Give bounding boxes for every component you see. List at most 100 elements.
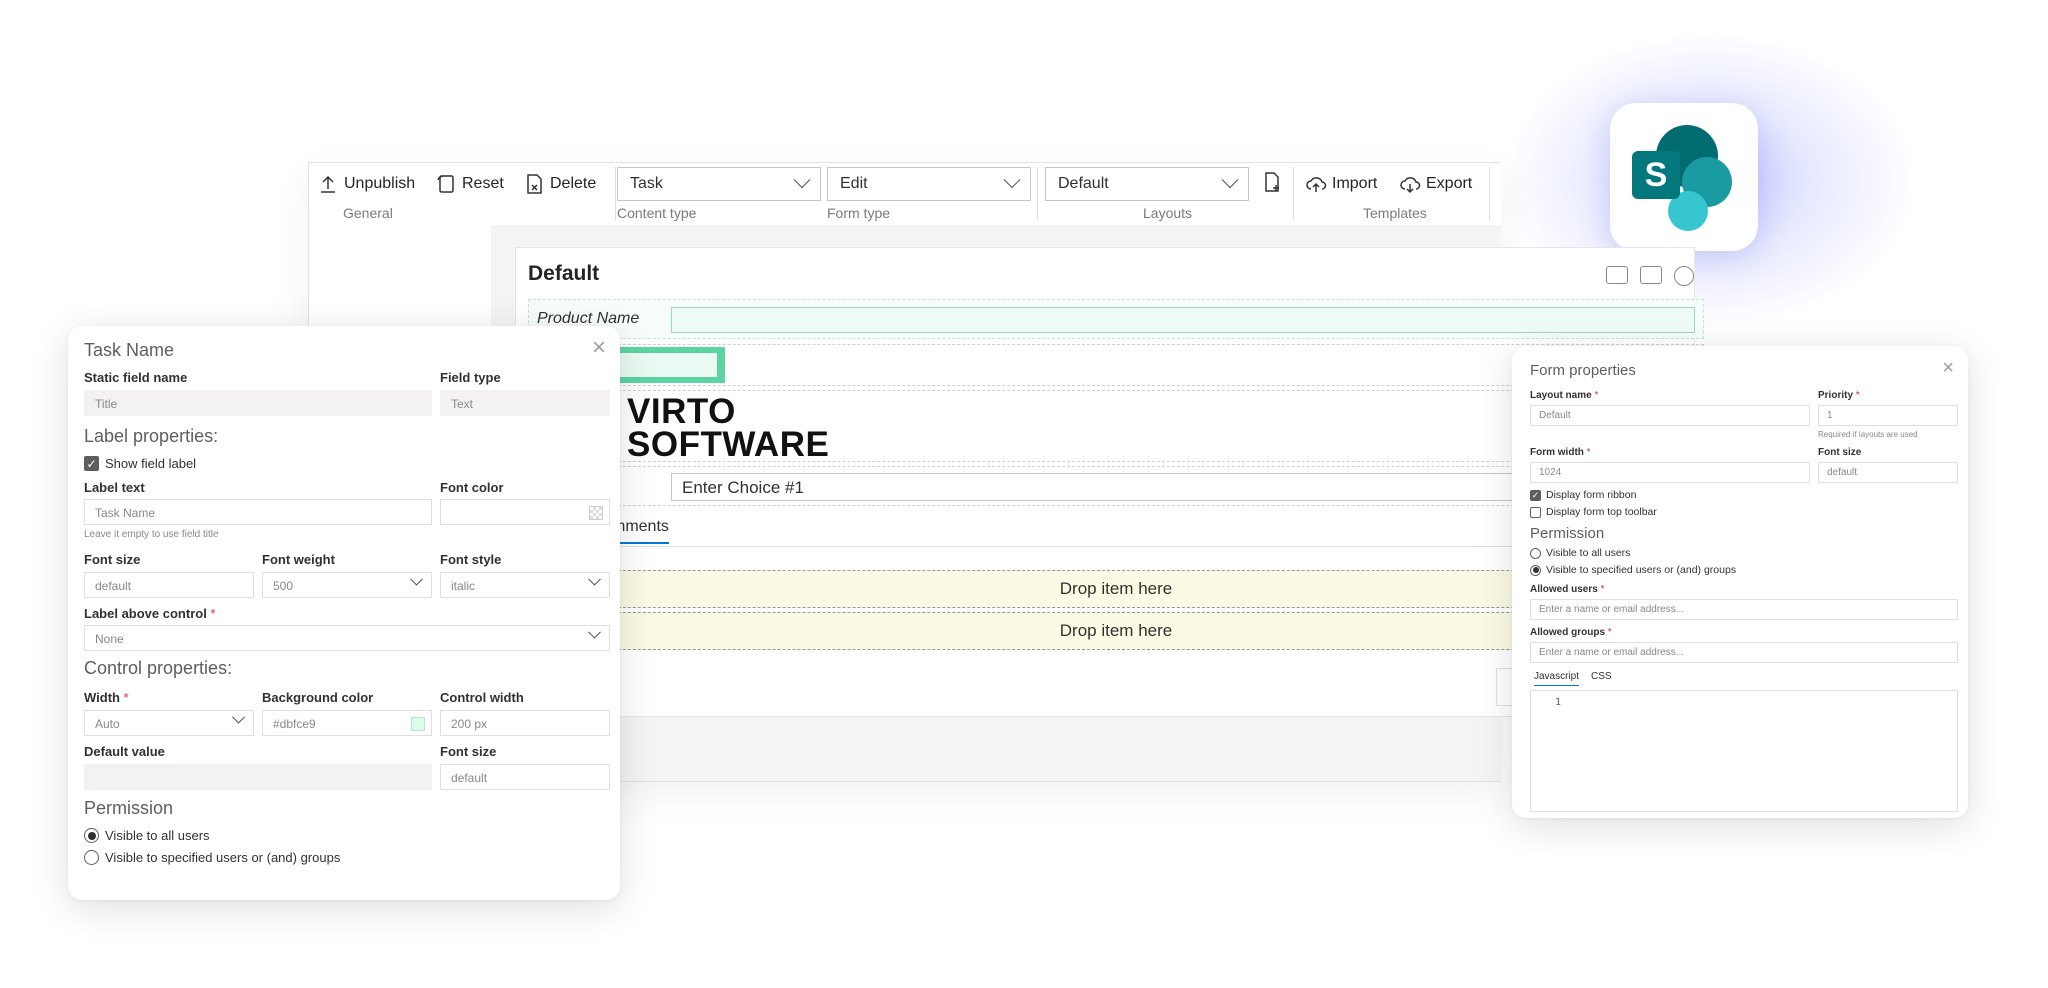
font-weight-label: Font weight [262,552,335,567]
radio-icon [84,850,99,865]
product-name-row[interactable]: Product Name [528,299,1704,339]
product-name-input[interactable] [671,307,1695,333]
show-field-label-checkbox[interactable]: ✓ Show field label [84,456,196,471]
unpublish-icon [321,175,335,193]
layout-name-label: Layout name * [1530,390,1599,401]
export-label: Export [1426,175,1473,192]
background-color-label: Background color [262,690,374,705]
code-tabs: Javascript CSS [1534,671,1612,686]
allowed-groups-label: Allowed groups * [1530,627,1612,638]
new-layout-button[interactable] [1261,169,1283,195]
tab-comments[interactable]: mments [612,518,669,544]
font-style-select[interactable]: italic [440,572,610,598]
display-ribbon-text: Display form ribbon [1546,489,1637,501]
sharepoint-logo: S [1610,103,1758,251]
font-color-label: Font color [440,480,504,495]
label-properties-heading: Label properties: [84,426,219,446]
permission-heading: Permission [1530,525,1605,542]
chevron-down-icon [232,711,245,724]
settings-gear-icon[interactable] [1674,266,1694,286]
virto-software-logo: VIRTO SOFTWARE [627,392,830,464]
allowed-users-input[interactable]: Enter a name or email address... [1530,599,1958,620]
form-type-select[interactable]: Edit [827,167,1031,201]
default-value-label: Default value [84,744,165,759]
visible-to-specified-radio[interactable]: Visible to specified users or (and) grou… [84,850,340,865]
static-field-name-label: Static field name [84,370,188,385]
control-font-size-input[interactable]: default [440,764,610,790]
field-type-label: Field type [440,370,501,385]
label-text-input[interactable]: Task Name [84,499,432,525]
unpublish-label: Unpublish [344,175,416,192]
chevron-down-icon [588,573,601,586]
background-color-input[interactable]: #dbfce9 [262,710,432,736]
visible-to-specified-radio[interactable]: Visible to specified users or (and) grou… [1530,564,1736,576]
layout-name-input[interactable]: Default [1530,405,1810,426]
group-layouts-label: Layouts [1143,205,1193,221]
edit-icon[interactable] [1606,266,1628,284]
radio-selected-icon [84,828,99,843]
control-width-label: Control width [440,690,524,705]
ribbon-separator [1037,167,1038,221]
import-button[interactable]: Import [1305,171,1377,197]
display-ribbon-checkbox[interactable]: ✓ Display form ribbon [1530,489,1636,501]
font-weight-select[interactable]: 500 [262,572,432,598]
form-width-input[interactable]: 1024 [1530,462,1810,483]
visible-to-all-radio[interactable]: Visible to all users [1530,547,1630,559]
priority-label: Priority * [1818,390,1860,401]
show-field-label-text: Show field label [105,456,197,471]
code-editor[interactable]: 1 [1530,690,1958,812]
font-color-input[interactable] [440,499,610,525]
color-picker-icon[interactable] [589,506,603,520]
content-type-value: Task [630,175,663,192]
panel-title: Task Name [84,340,175,360]
display-toolbar-text: Display form top toolbar [1546,506,1657,518]
new-document-icon [1265,172,1279,192]
ribbon-separator [1293,167,1294,221]
field-type-input: Text [440,390,610,416]
priority-input[interactable]: 1 [1818,405,1958,426]
field-properties-panel: Task Name × Static field name Title Fiel… [68,326,620,900]
form-properties-panel: Form properties × Layout name * Default … [1512,346,1968,818]
import-label: Import [1332,175,1378,192]
font-style-label: Font style [440,552,502,567]
content-type-select[interactable]: Task [617,167,821,201]
group-general-label: General [343,205,393,221]
group-form-type-label: Form type [827,205,891,221]
font-size-input[interactable]: default [84,572,254,598]
delete-button[interactable]: Delete [523,171,596,197]
static-field-name-input: Title [84,390,432,416]
cloud-upload-icon [1306,177,1327,192]
layout-icon[interactable] [1640,266,1662,284]
layout-value: Default [1058,175,1109,192]
default-value-input[interactable] [84,764,432,790]
reset-icon [437,175,454,193]
delete-label: Delete [550,175,597,192]
unpublish-button[interactable]: Unpublish [317,171,415,197]
radio-icon [1530,547,1541,559]
visible-to-all-text: Visible to all users [105,828,210,843]
checkbox-checked-icon: ✓ [1530,489,1541,501]
chevron-down-icon [588,626,601,639]
checkbox-icon [1530,506,1541,518]
allowed-users-label: Allowed users * [1530,584,1605,595]
tab-css[interactable]: CSS [1591,671,1612,686]
font-size-input[interactable]: default [1818,462,1958,483]
ribbon-separator [615,167,616,221]
font-size-label: Font size [1818,447,1862,458]
color-swatch-icon[interactable] [411,717,425,731]
export-button[interactable]: Export [1399,171,1472,197]
close-icon[interactable]: × [592,336,606,360]
layout-select[interactable]: Default [1045,167,1249,201]
tab-javascript[interactable]: Javascript [1534,671,1580,686]
label-above-control-select[interactable]: None [84,625,610,651]
width-select[interactable]: Auto [84,710,254,736]
visible-to-all-radio[interactable]: Visible to all users [84,828,210,843]
priority-hint: Required if layouts are used [1818,430,1918,439]
control-width-input[interactable]: 200 px [440,710,610,736]
display-toolbar-checkbox[interactable]: Display form top toolbar [1530,506,1657,518]
form-title: Default [528,262,600,285]
allowed-groups-input[interactable]: Enter a name or email address... [1530,642,1958,663]
reset-button[interactable]: Reset [435,171,504,197]
label-above-control-label: Label above control * [84,606,216,621]
close-icon[interactable]: × [1942,358,1954,378]
